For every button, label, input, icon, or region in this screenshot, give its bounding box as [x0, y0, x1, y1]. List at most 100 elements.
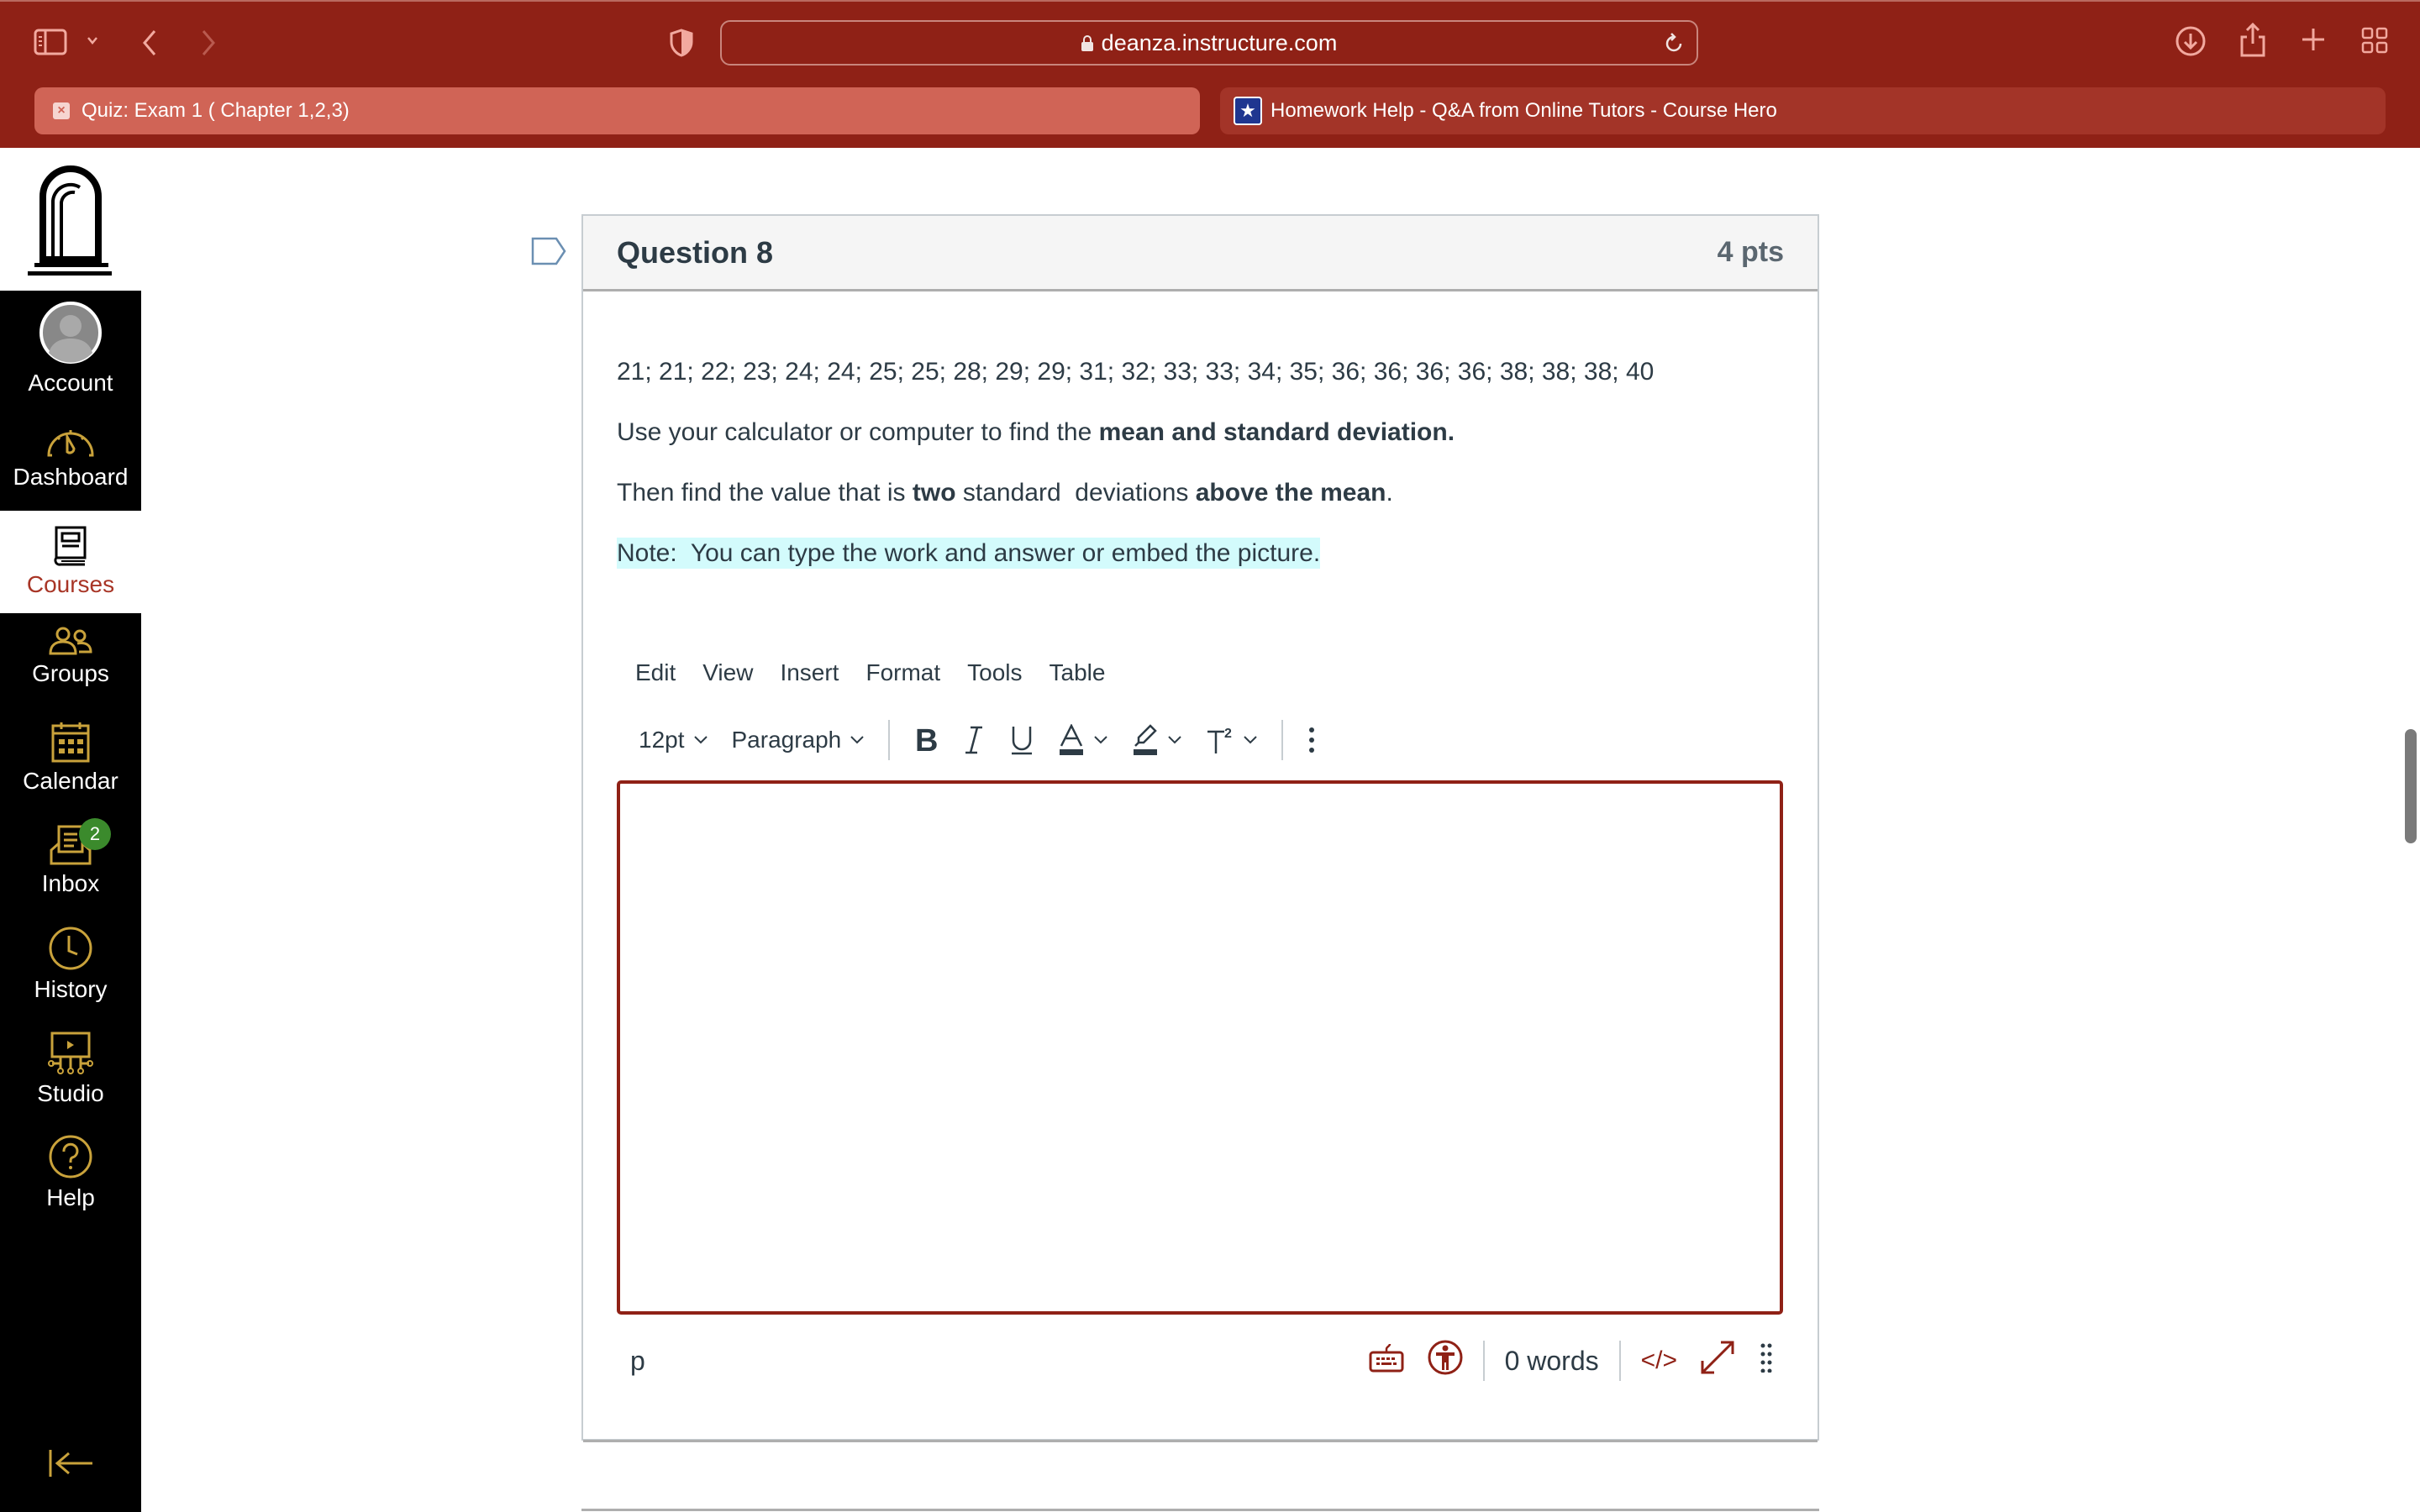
card-bottom-border — [583, 1440, 1818, 1442]
svg-text:B: B — [915, 725, 938, 755]
accessibility-checker-button[interactable] — [1428, 1340, 1463, 1382]
downloads-icon[interactable] — [2175, 25, 2207, 57]
expand-icon — [1701, 1341, 1734, 1374]
chrome-top-line — [0, 0, 2420, 2]
sidebar-label: Inbox — [41, 870, 100, 896]
question-points: 4 pts — [1717, 236, 1784, 268]
avatar-icon — [39, 302, 102, 364]
course-hero-favicon-icon: ★ — [1234, 97, 1262, 125]
underline-button[interactable] — [1009, 724, 1034, 756]
italic-icon — [965, 726, 983, 754]
sidebar-item-history[interactable]: History — [0, 926, 141, 1003]
privacy-shield-icon[interactable] — [669, 29, 694, 57]
school-logo[interactable] — [0, 148, 141, 291]
keyboard-shortcuts-button[interactable] — [1369, 1342, 1404, 1379]
svg-text:2: 2 — [1224, 727, 1232, 741]
italic-button[interactable] — [962, 725, 986, 755]
flag-question-icon[interactable] — [531, 237, 566, 270]
chevron-down-icon — [1244, 736, 1257, 744]
sidebar-item-help[interactable]: Help — [0, 1134, 141, 1211]
studio-icon — [48, 1032, 93, 1074]
text-color-icon — [1060, 724, 1084, 755]
resize-handle[interactable] — [1760, 1342, 1773, 1379]
sidebar-label: Studio — [37, 1080, 104, 1106]
global-nav: Account Dashboard Courses Groups Calenda… — [0, 148, 141, 1512]
toolbar-divider — [888, 720, 891, 760]
help-icon — [49, 1135, 92, 1179]
sidebar-label: Account — [28, 370, 113, 396]
url-text: deanza.instructure.com — [1101, 29, 1338, 55]
tab-quiz[interactable]: × Quiz: Exam 1 ( Chapter 1,2,3) — [34, 87, 1200, 134]
chevron-down-icon — [1094, 736, 1107, 744]
sidebar-item-courses[interactable]: Courses — [0, 511, 141, 613]
lock-icon — [1081, 35, 1093, 51]
collapse-nav-button[interactable] — [0, 1448, 141, 1478]
element-path[interactable]: p — [630, 1346, 645, 1377]
instruction-line-2: Then find the value that is two standard… — [617, 479, 1393, 507]
browser-toolbar: deanza.instructure.com × Quiz: Exam 1 ( … — [0, 0, 2420, 148]
statusbar-actions: 0 words </> — [1369, 1340, 1781, 1382]
address-bar[interactable]: deanza.instructure.com — [720, 20, 1698, 66]
superscript-icon: 2 — [1207, 727, 1232, 753]
chevron-down-icon — [850, 736, 864, 744]
block-format-select[interactable]: Paragraph — [732, 727, 865, 753]
instruction-line-1: Use your calculator or computer to find … — [617, 418, 1455, 446]
menu-format[interactable]: Format — [865, 659, 940, 686]
sidebar-item-account[interactable]: Account — [0, 301, 141, 396]
share-icon[interactable] — [2238, 22, 2267, 57]
question-title: Question 8 — [617, 234, 774, 270]
close-tab-icon[interactable]: × — [53, 102, 70, 119]
sidebar-toggle-icon[interactable] — [34, 29, 67, 55]
sidebar-label: Calendar — [23, 768, 118, 794]
collapse-arrow-icon — [49, 1450, 92, 1477]
bold-button[interactable]: B — [913, 725, 939, 755]
courses-icon — [54, 526, 87, 566]
back-icon[interactable] — [139, 29, 160, 57]
html-editor-toggle[interactable]: </> — [1641, 1347, 1677, 1375]
forward-icon[interactable] — [198, 29, 218, 57]
data-values: 21; 21; 22; 23; 24; 24; 25; 25; 28; 29; … — [617, 358, 1655, 386]
chevron-down-icon — [1168, 736, 1181, 744]
menu-table[interactable]: Table — [1050, 659, 1106, 686]
menu-tools[interactable]: Tools — [967, 659, 1022, 686]
superscript-button[interactable]: 2 — [1206, 725, 1258, 755]
dashboard-icon — [47, 430, 94, 457]
highlighter-icon — [1134, 724, 1158, 755]
sidebar-item-inbox[interactable]: 2 Inbox — [0, 818, 141, 897]
new-tab-icon[interactable] — [2301, 27, 2326, 52]
reload-icon[interactable] — [1663, 32, 1685, 61]
block-format-value: Paragraph — [731, 727, 842, 753]
groups-icon — [49, 627, 92, 655]
word-count[interactable]: 0 words — [1505, 1346, 1599, 1377]
menu-view[interactable]: View — [702, 659, 753, 686]
menu-insert[interactable]: Insert — [780, 659, 839, 686]
rich-text-editor[interactable] — [617, 780, 1783, 1315]
fullscreen-button[interactable] — [1699, 1339, 1736, 1383]
page-scrollbar[interactable] — [2405, 729, 2417, 843]
sidebar-item-dashboard[interactable]: Dashboard — [0, 425, 141, 491]
chevron-down-icon[interactable] — [86, 34, 99, 47]
sidebar-item-groups[interactable]: Groups — [0, 627, 141, 687]
menu-edit[interactable]: Edit — [635, 659, 676, 686]
accessibility-icon — [1428, 1340, 1463, 1375]
editor-menubar: Edit View Insert Format Tools Table — [635, 659, 1132, 686]
sidebar-item-studio[interactable]: Studio — [0, 1032, 141, 1107]
sidebar-item-calendar[interactable]: Calendar — [0, 721, 141, 795]
sidebar-label: Courses — [26, 571, 115, 597]
chevron-down-icon — [693, 736, 708, 744]
sidebar-label: Dashboard — [13, 464, 129, 490]
next-question-border — [581, 1509, 1819, 1511]
drag-handle-icon — [1760, 1343, 1772, 1373]
sidebar-label: Help — [46, 1184, 95, 1210]
more-options-button[interactable] — [1307, 725, 1317, 755]
highlight-color-button[interactable] — [1132, 724, 1182, 756]
font-size-value: 12pt — [639, 727, 685, 753]
tab-course-hero[interactable]: ★ Homework Help - Q&A from Online Tutors… — [1220, 87, 2386, 134]
editor-statusbar: p 0 words </> — [630, 1340, 1781, 1382]
font-size-select[interactable]: 12pt — [639, 727, 708, 753]
bold-icon: B — [915, 725, 938, 755]
toolbar-divider — [1281, 720, 1284, 760]
tab-overview-icon[interactable] — [2361, 27, 2388, 54]
text-color-button[interactable] — [1058, 724, 1108, 756]
calendar-icon — [51, 722, 90, 763]
